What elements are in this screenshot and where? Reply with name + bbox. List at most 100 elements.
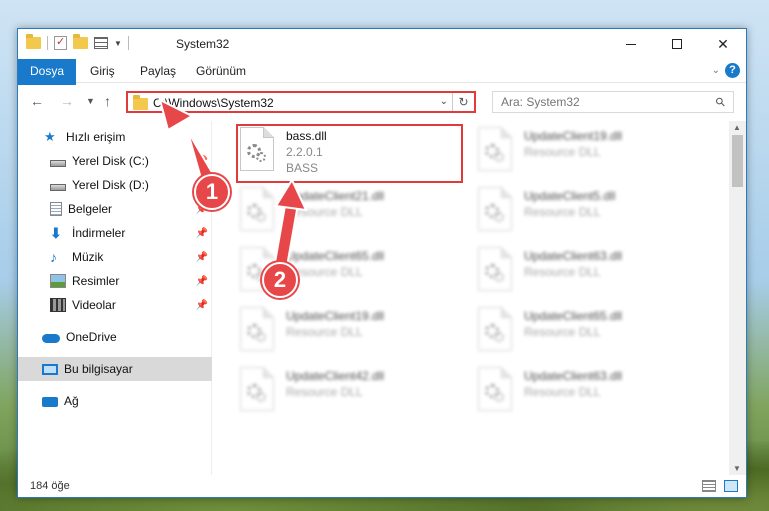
recent-locations-chevron-icon[interactable]: ▼ (86, 96, 95, 106)
dll-file-icon (240, 307, 274, 351)
sidebar-item-label: Yerel Disk (D:) (72, 178, 149, 192)
pin-icon[interactable]: 📌 (196, 276, 208, 287)
file-name: UpdateClient19.dll (524, 129, 623, 143)
file-description: Resource DLL (524, 145, 601, 159)
file-item[interactable]: UpdateClient63.dll Resource DLL (452, 243, 672, 299)
minimize-button[interactable] (608, 29, 654, 59)
folder-icon (133, 95, 148, 110)
sidebar-item-onedrive[interactable]: OneDrive (18, 325, 212, 349)
sidebar-item-music[interactable]: ♪ Müzik 📌 (18, 245, 212, 269)
tab-home[interactable]: Giriş (78, 59, 127, 83)
toolbar-separator (127, 36, 129, 50)
file-description: Resource DLL (524, 385, 601, 399)
file-highlight-box (236, 124, 463, 183)
view-icon[interactable] (94, 37, 108, 49)
properties-icon[interactable] (54, 35, 67, 50)
file-item[interactable]: UpdateClient65.dll Resource DLL (452, 303, 672, 359)
explorer-window: ▼ System32 ✕ Dosya Giriş Paylaş Görünüm … (17, 28, 747, 498)
search-input[interactable] (501, 95, 701, 109)
star-icon: ★ (44, 129, 56, 144)
dll-file-icon (240, 187, 274, 231)
dll-file-icon (478, 307, 512, 351)
refresh-icon[interactable]: ↻ (452, 93, 474, 111)
pictures-icon (50, 274, 66, 288)
dll-file-icon (478, 187, 512, 231)
status-bar: 184 öğe (18, 475, 746, 497)
pin-icon[interactable]: 📌 (196, 228, 208, 239)
file-item[interactable]: UpdateClient21.dll Resource DLL (214, 183, 434, 239)
sidebar-item-documents[interactable]: Belgeler 📌 (18, 197, 212, 221)
file-item[interactable]: UpdateClient19.dll Resource DLL (452, 123, 672, 179)
pin-icon[interactable]: 📌 (196, 300, 208, 311)
sidebar-item-network[interactable]: Ağ (18, 389, 212, 413)
file-name: UpdateClient63.dll (524, 249, 623, 263)
gear-icon (256, 212, 266, 222)
sidebar-item-label: İndirmeler (72, 226, 126, 240)
maximize-icon (672, 39, 682, 49)
step-1-badge: 1 (194, 174, 230, 210)
back-arrow-icon[interactable]: ← (30, 93, 44, 109)
file-item[interactable]: UpdateClient65.dll Resource DLL (214, 243, 434, 299)
sidebar-item-downloads[interactable]: ⬇ İndirmeler 📌 (18, 221, 212, 245)
close-button[interactable]: ✕ (700, 29, 746, 59)
file-description: Resource DLL (524, 325, 601, 339)
file-name: UpdateClient42.dll (286, 369, 385, 383)
up-arrow-icon[interactable]: ↑ (104, 93, 111, 109)
file-item[interactable]: UpdateClient19.dll Resource DLL (214, 303, 434, 359)
sidebar-item-local-disk-d[interactable]: Yerel Disk (D:) 📌 (18, 173, 212, 197)
file-item[interactable]: UpdateClient42.dll Resource DLL (214, 363, 434, 419)
minimize-icon (626, 43, 636, 45)
quick-access-toolbar: ▼ (26, 34, 129, 50)
forward-arrow-icon[interactable]: → (60, 93, 74, 109)
sidebar-item-pictures[interactable]: Resimler 📌 (18, 269, 212, 293)
customize-toolbar-chevron-icon[interactable]: ▼ (114, 39, 122, 48)
vertical-scrollbar[interactable]: ▲ ▼ (729, 121, 746, 475)
drive-icon (50, 183, 66, 191)
search-icon[interactable]: ⚲ (713, 94, 729, 110)
large-icons-view-icon[interactable] (724, 480, 738, 492)
file-name: UpdateClient21.dll (286, 189, 385, 203)
file-item[interactable]: UpdateClient5.dll Resource DLL (452, 183, 672, 239)
file-description: Resource DLL (286, 205, 363, 219)
sidebar-item-label: Ağ (64, 394, 79, 408)
dll-file-icon (478, 247, 512, 291)
search-box[interactable]: ⚲ (492, 91, 734, 113)
sidebar-item-this-pc[interactable]: Bu bilgisayar (18, 357, 212, 381)
computer-icon (42, 363, 58, 375)
file-name: UpdateClient63.dll (524, 369, 623, 383)
file-description: Resource DLL (524, 265, 601, 279)
sidebar-item-label: Belgeler (68, 202, 113, 216)
address-path[interactable]: C:\Windows\System32 (153, 96, 274, 110)
scroll-down-icon[interactable]: ▼ (733, 464, 741, 473)
sidebar-item-local-disk-c[interactable]: Yerel Disk (C:) 📌 (18, 149, 212, 173)
tab-share[interactable]: Paylaş (128, 59, 188, 83)
music-icon: ♪ (50, 249, 57, 265)
pin-icon[interactable]: 📌 (196, 252, 208, 263)
file-description: Resource DLL (286, 385, 363, 399)
sidebar-item-label: Hızlı erişim (66, 130, 126, 144)
tab-view[interactable]: Görünüm (184, 59, 258, 83)
file-name: UpdateClient65.dll (286, 249, 385, 263)
file-description: Resource DLL (524, 205, 601, 219)
new-folder-icon[interactable] (73, 34, 88, 49)
sidebar-item-label: Bu bilgisayar (64, 362, 133, 376)
address-history-chevron-icon[interactable]: ⌄ (440, 96, 448, 107)
sidebar-item-quick-access[interactable]: ★ Hızlı erişim (18, 125, 212, 149)
maximize-button[interactable] (654, 29, 700, 59)
file-item[interactable]: UpdateClient63.dll Resource DLL (452, 363, 672, 419)
sidebar-item-label: Yerel Disk (C:) (72, 154, 149, 168)
gear-icon (494, 332, 504, 342)
address-bar[interactable]: C:\Windows\System32 ⌄ ↻ (126, 91, 476, 113)
scrollbar-thumb[interactable] (732, 135, 743, 187)
pin-icon[interactable]: 📌 (196, 156, 208, 167)
ribbon-tabs: Dosya Giriş Paylaş Görünüm ⌄ ? (18, 59, 746, 115)
dll-file-icon (240, 367, 274, 411)
details-view-icon[interactable] (702, 480, 716, 492)
documents-icon (50, 202, 62, 216)
sidebar-item-videos[interactable]: Videolar 📌 (18, 293, 212, 317)
help-icon[interactable]: ? (725, 63, 740, 78)
file-description: Resource DLL (286, 325, 363, 339)
gear-icon (494, 272, 504, 282)
expand-ribbon-chevron-icon[interactable]: ⌄ (712, 65, 720, 76)
scroll-up-icon[interactable]: ▲ (733, 123, 741, 132)
